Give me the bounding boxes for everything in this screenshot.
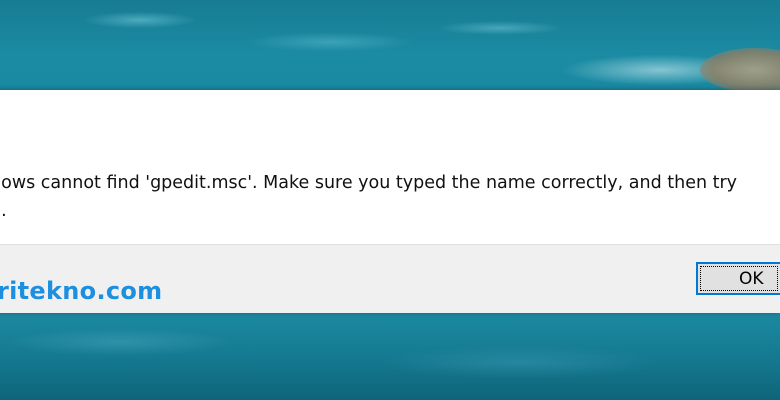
watermark-text: ritekno.com	[0, 277, 163, 305]
dialog-body: dows cannot find 'gpedit.msc'. Make sure…	[0, 90, 780, 244]
error-dialog: dows cannot find 'gpedit.msc'. Make sure…	[0, 90, 780, 313]
error-message-line-1: dows cannot find 'gpedit.msc'. Make sure…	[0, 173, 738, 193]
desktop-wallpaper-bottom	[0, 312, 780, 400]
error-message-line-2: n.	[0, 201, 7, 221]
desktop-background: dows cannot find 'gpedit.msc'. Make sure…	[0, 0, 780, 400]
dialog-footer: ritekno.com OK	[0, 244, 780, 313]
ok-button[interactable]: OK	[696, 262, 780, 295]
desktop-wallpaper-top	[0, 0, 780, 92]
error-message: dows cannot find 'gpedit.msc'. Make sure…	[0, 169, 780, 225]
